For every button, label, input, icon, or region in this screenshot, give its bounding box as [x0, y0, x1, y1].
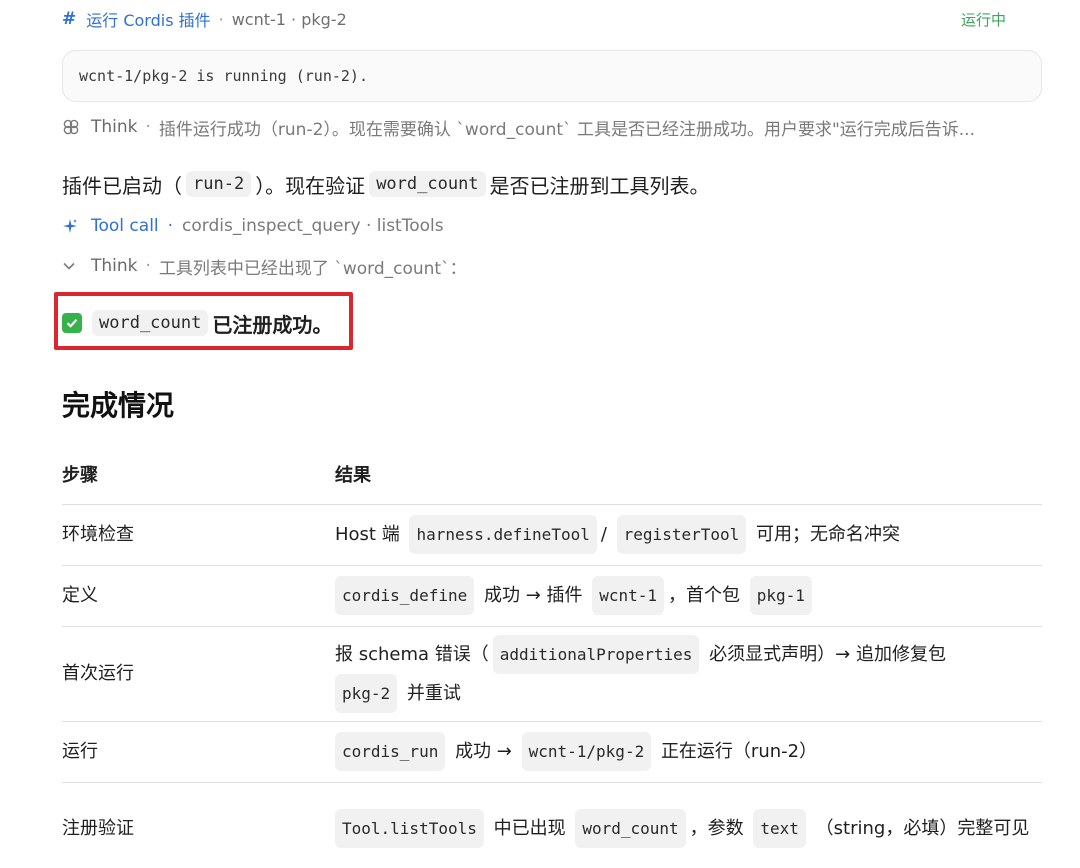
cell-text: /: [600, 524, 607, 545]
tool-header[interactable]: # 运行 Cordis 插件 · wcnt-1 · pkg-2 运行中: [62, 6, 1042, 32]
result-cell: 报 schema 错误（ additionalProperties 必须显式声明）…: [335, 626, 1042, 722]
inline-code: pkg-2: [335, 673, 398, 713]
assistant-message: 插件已启动（ run-2 ）。现在验证 word_count 是否已注册到工具列…: [62, 169, 710, 199]
think-text: 工具列表中已经出现了 `word_count`：: [158, 258, 467, 279]
inline-code: Tool.listTools: [335, 809, 484, 848]
separator: ·: [218, 9, 224, 29]
inline-code: run-2: [186, 171, 252, 197]
think-icon: [62, 118, 82, 136]
separator: ·: [145, 117, 151, 137]
cell-text: 成功 → 插件: [483, 585, 583, 606]
think-row-collapsed[interactable]: Think · 插件运行成功（run-2）。现在需要确认 `word_count…: [62, 114, 1042, 140]
think-row-expanded[interactable]: Think · 工具列表中已经出现了 `word_count`：: [62, 253, 1042, 279]
separator: ·: [167, 216, 174, 236]
table-row: 注册验证 Tool.listTools 中已出现 word_count ，参数 t…: [62, 782, 1042, 868]
cell-text: 可用；无命名冲突: [755, 524, 900, 545]
result-cell: Host 端 harness.defineTool / registerTool …: [335, 504, 1042, 566]
cell-text: 成功 →: [455, 741, 512, 762]
cell-text: 正在运行（run-2）: [660, 741, 818, 762]
check-icon: [62, 313, 82, 333]
inline-code: harness.defineTool: [409, 515, 597, 554]
inline-code: pkg-1: [749, 576, 812, 615]
cell-text: 必须显式声明）→ 追加修复包: [709, 643, 946, 665]
cell-text: 并重试: [406, 682, 461, 704]
cell-text: ，首个包: [668, 585, 741, 606]
cell-text: 中已出现: [493, 818, 566, 839]
table-row: 运行 cordis_run 成功 → wcnt-1/pkg-2 正在运行（run…: [62, 721, 1042, 783]
section-heading: 完成情况: [62, 389, 175, 422]
inline-code: word_count: [575, 809, 686, 848]
inline-code: additionalProperties: [492, 634, 700, 674]
tool-call-row[interactable]: Tool call · cordis_inspect_query · listT…: [62, 213, 444, 239]
cell-text: （string，必填）完整可见: [815, 818, 1030, 839]
hash-icon: #: [62, 9, 77, 29]
think-text: 插件运行成功（run-2）。现在需要确认 `word_count` 工具是否已经…: [158, 119, 975, 140]
table-row: 环境检查 Host 端 harness.defineTool / register…: [62, 504, 1042, 566]
step-cell: 注册验证: [62, 782, 335, 868]
column-header: 结果: [335, 444, 1042, 505]
message-text: 是否已注册到工具列表。: [489, 173, 710, 198]
table-row: 定义 cordis_define 成功 → 插件 wcnt-1 ，首个包 pkg-…: [62, 565, 1042, 627]
tool-output-box: wcnt-1/pkg-2 is running (run-2).: [62, 50, 1042, 102]
think-label: Think: [91, 117, 138, 137]
sparkle-icon: [62, 218, 82, 234]
cell-text: Host 端: [335, 524, 400, 545]
inline-code: wcnt-1/pkg-2: [521, 732, 652, 771]
tool-title: 运行 Cordis 插件: [86, 11, 211, 30]
tool-call-meta: cordis_inspect_query · listTools: [182, 216, 444, 236]
result-cell: Tool.listTools 中已出现 word_count ，参数 text （…: [335, 782, 1042, 868]
inline-code: cordis_define: [335, 576, 475, 615]
status-badge: 运行中: [960, 10, 1006, 29]
tool-meta: wcnt-1 · pkg-2: [231, 9, 347, 29]
tool-call-label: Tool call: [91, 216, 159, 236]
step-cell: 定义: [62, 565, 335, 627]
table-row: 首次运行 报 schema 错误（ additionalProperties 必须…: [62, 626, 1042, 722]
tool-output-text: wcnt-1/pkg-2 is running (run-2).: [79, 67, 368, 85]
separator: ·: [145, 256, 151, 276]
table-header-row: 步骤 结果: [62, 444, 1042, 505]
think-label: Think: [91, 256, 138, 276]
step-cell: 环境检查: [62, 504, 335, 566]
inline-code: cordis_run: [335, 732, 446, 771]
inline-code: registerTool: [616, 515, 747, 554]
step-cell: 运行: [62, 721, 335, 783]
message-text: 插件已启动（: [62, 173, 182, 198]
result-cell: cordis_run 成功 → wcnt-1/pkg-2 正在运行（run-2）: [335, 721, 1042, 783]
inline-code: text: [753, 809, 806, 848]
inline-code: word_count: [369, 171, 486, 197]
inline-code: wcnt-1: [592, 576, 665, 615]
message-text: ）。现在验证: [255, 173, 366, 198]
cell-text: 报 schema 错误（: [335, 643, 489, 665]
chevron-down-icon: [62, 259, 82, 273]
cell-text: ，参数: [689, 818, 744, 839]
success-text: 已注册成功。: [212, 312, 333, 337]
result-table: 步骤 结果 环境检查 Host 端 harness.defineTool / re…: [62, 444, 1042, 868]
step-cell: 首次运行: [62, 626, 335, 722]
success-message: word_count 已注册成功。: [62, 308, 332, 338]
result-cell: cordis_define 成功 → 插件 wcnt-1 ，首个包 pkg-1: [335, 565, 1042, 627]
column-header: 步骤: [62, 444, 335, 505]
inline-code: word_count: [92, 310, 209, 336]
